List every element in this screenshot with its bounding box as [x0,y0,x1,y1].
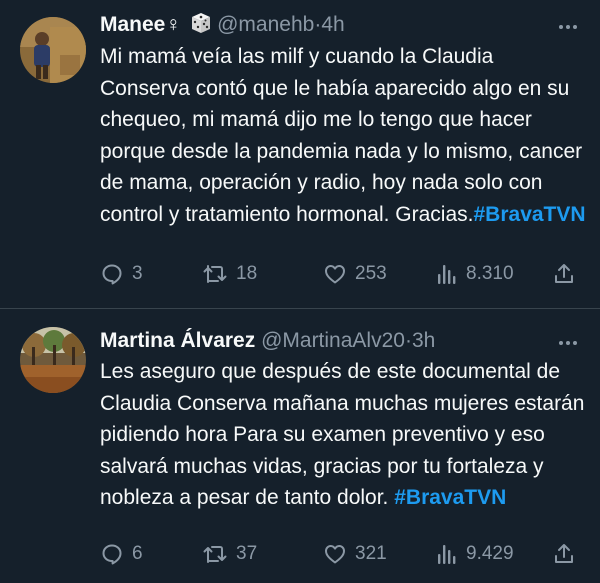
timestamp[interactable]: 4h [321,13,344,36]
heart-icon [325,265,345,284]
avatar-photo [20,17,86,83]
reply-count: 3 [132,263,143,284]
retweet-icon [203,265,227,283]
reply-count: 6 [132,543,143,564]
like-button[interactable]: 321 [323,539,387,569]
hashtag-link[interactable]: #BravaTVN [394,486,506,509]
game-die-icon [187,11,213,44]
heart-icon [325,545,345,564]
view-count: 9.429 [466,543,514,564]
retweet-button[interactable]: 18 [202,259,257,289]
tweet-text: Les aseguro que después de este document… [100,356,588,514]
action-bar: 3 18 253 8.310 [0,259,600,289]
views-button[interactable]: 8.310 [436,259,514,289]
views-chart-icon [438,545,456,564]
user-handle[interactable]: @MartinaAlv20 [261,329,405,352]
display-name[interactable]: Martina Álvarez [100,329,255,352]
share-icon [555,264,573,283]
more-options-icon[interactable] [556,331,580,355]
like-button[interactable]: 253 [323,259,387,289]
reply-icon [102,264,122,285]
reply-button[interactable]: 6 [100,539,143,569]
tweet-body: Les aseguro que después de este document… [100,360,585,510]
share-button[interactable] [552,259,576,289]
more-options-icon[interactable] [556,15,580,39]
like-count: 253 [355,263,387,284]
share-button[interactable] [552,539,576,569]
like-count: 321 [355,543,387,564]
reply-button[interactable]: 3 [100,259,143,289]
avatar[interactable] [20,327,86,393]
share-icon [555,544,573,563]
user-handle[interactable]: @manehb [217,13,314,36]
view-count: 8.310 [466,263,514,284]
retweet-icon [203,546,227,563]
tweet-header: Martina Álvarez @MartinaAlv20·3h [100,326,540,356]
avatar-photo [20,327,86,393]
hashtag-link[interactable]: #BravaTVN [474,203,586,226]
tweet-text: Mi mamá veía las milf y cuando la Claudi… [100,41,588,231]
retweet-count: 37 [236,543,258,564]
reply-icon [102,544,122,565]
views-chart-icon [438,265,456,284]
views-button[interactable]: 9.429 [436,539,514,569]
tweet-header: Manee♀ @manehb·4h [100,10,540,40]
action-bar: 6 37 321 9.429 [0,539,600,569]
timestamp[interactable]: 3h [412,329,435,352]
retweet-count: 18 [236,263,258,284]
tweet-body: Mi mamá veía las milf y cuando la Claudi… [100,45,583,226]
retweet-button[interactable]: 37 [202,539,257,569]
tweet[interactable]: Manee♀ @manehb·4h Mi mamá veía las milf y… [0,0,600,308]
avatar[interactable] [20,17,86,83]
display-name[interactable]: Manee♀ [100,13,181,36]
separator-dot: · [404,329,412,352]
tweet[interactable]: Martina Álvarez @MartinaAlv20·3h Les ase… [0,309,600,583]
